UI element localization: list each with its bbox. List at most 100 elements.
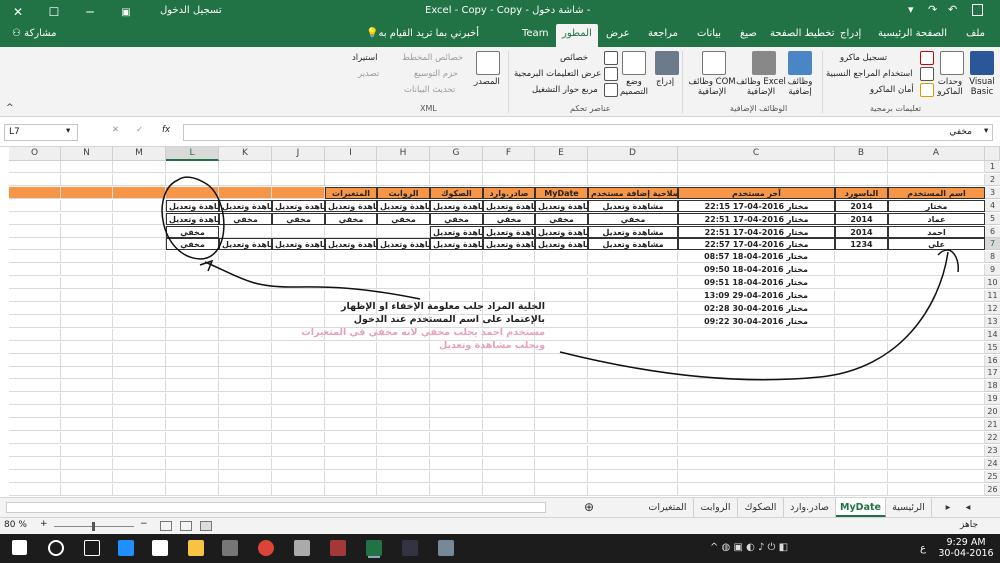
enter-icon[interactable]: ✓: [136, 125, 143, 135]
tab-review[interactable]: مراجعة: [648, 28, 678, 39]
sheet-tab[interactable]: الروابت: [694, 498, 738, 517]
calculator-icon[interactable]: [222, 540, 238, 556]
app-icon[interactable]: [402, 540, 418, 556]
close-button[interactable]: ✕: [0, 0, 36, 24]
share-button[interactable]: ⚇ مشاركة: [12, 28, 56, 39]
addins-icon[interactable]: [788, 51, 812, 75]
redo-icon[interactable]: ↷: [928, 3, 937, 16]
minimize-button[interactable]: ─: [72, 0, 108, 24]
run-dialog-button[interactable]: مربع حوار التشغيل: [532, 85, 598, 95]
worksheet-grid[interactable]: ABCDEFGHIJKLMNO 1 2 3 4 5 6 7 8 9 10 11 12 13 14 15 16 1…: [0, 147, 1000, 497]
annotation-line: مستخدم احمد يجلب مخفي لانه مخفي في المتغ…: [301, 327, 545, 338]
chrome-icon[interactable]: [258, 540, 274, 556]
sheet-tab-strip: ⊕ الرئيسية MyDate صادر.وارد الصكوك الروابت ال…: [0, 497, 1000, 517]
tab-developer[interactable]: المطور: [556, 24, 598, 47]
tab-formulas[interactable]: صيغ: [740, 28, 757, 39]
sign-in-link[interactable]: تسجيل الدخول: [160, 5, 222, 16]
sheet-tab[interactable]: المتغيرات: [642, 498, 694, 517]
input-language[interactable]: ع: [920, 543, 926, 554]
ink-arrowhead: [199, 259, 214, 272]
formula-bar: L7 ▾ ✕ ✓ fx مخفي ▾: [0, 117, 1000, 147]
expansion-packs-button[interactable]: حزم التوسيع: [414, 69, 458, 79]
properties-icon: [604, 51, 618, 65]
tab-file[interactable]: ملف: [966, 28, 985, 39]
tab-home[interactable]: الصفحة الرئيسية: [878, 28, 947, 39]
cancel-icon[interactable]: ✕: [112, 125, 119, 135]
map-properties-button[interactable]: خصائص المخطط: [402, 53, 463, 63]
windows-taskbar: ^ ◍ ▣ ◐ ♪ ⏻ ◧ ع 9:29 AM 30-04-2016: [0, 534, 1000, 563]
expand-formula-icon[interactable]: ▾: [984, 126, 988, 136]
tab-data[interactable]: بيانات: [697, 28, 721, 39]
save-icon[interactable]: [972, 4, 983, 16]
lightbulb-icon: 💡: [366, 28, 379, 39]
maximize-button[interactable]: ☐: [36, 0, 72, 24]
zoom-out-icon[interactable]: +: [40, 519, 48, 529]
macro-security-button[interactable]: أمان الماكرو: [870, 85, 914, 95]
start-icon[interactable]: [12, 540, 27, 555]
sheet-tab[interactable]: صادر.وارد: [784, 498, 836, 517]
page-break-view-icon[interactable]: [160, 521, 172, 531]
macros-icon[interactable]: [940, 51, 964, 75]
tab-view[interactable]: عرض: [606, 28, 630, 39]
design-mode-icon[interactable]: [622, 51, 646, 75]
addins-button[interactable]: وظائف إضافية: [780, 77, 820, 97]
explorer-icon[interactable]: [188, 540, 204, 556]
view-code-button[interactable]: عرض التعليمات البرمجية: [514, 69, 601, 79]
import-button[interactable]: استيراد: [352, 53, 377, 63]
com-addins-button[interactable]: وظائف COM الإضافية: [686, 77, 738, 97]
ribbon-display-icon[interactable]: ▣: [108, 0, 144, 24]
zoom-slider-thumb[interactable]: [92, 522, 95, 531]
system-tray-icons[interactable]: ^ ◍ ▣ ◐ ♪ ⏻ ◧: [710, 542, 788, 553]
sheet-tab[interactable]: الصكوك: [738, 498, 784, 517]
annotation-line: الخلية المراد جلب معلومة الإخفاء او الإظ…: [341, 301, 545, 312]
app-icon[interactable]: [438, 540, 454, 556]
relative-references-button[interactable]: استخدام المراجع النسبية: [826, 69, 913, 79]
clock[interactable]: 9:29 AM 30-04-2016: [936, 537, 996, 559]
tell-me-box[interactable]: 💡أخبرني بما تريد القيام به: [366, 28, 479, 39]
undo-icon[interactable]: ↶: [948, 3, 957, 16]
customize-qat-icon[interactable]: ▾: [908, 3, 914, 16]
sheet-tab[interactable]: MyDate: [836, 498, 886, 517]
page-layout-view-icon[interactable]: [180, 521, 192, 531]
group-label-controls: عناصر تحكم: [570, 104, 611, 113]
person-icon: ⚇: [12, 28, 25, 39]
gear-icon[interactable]: [752, 51, 776, 75]
name-box-dropdown-icon[interactable]: ▾: [66, 126, 70, 136]
search-icon[interactable]: [48, 540, 64, 556]
group-label-xml: XML: [420, 104, 437, 113]
zoom-in-icon[interactable]: −: [140, 519, 148, 529]
edge-icon[interactable]: [118, 540, 134, 556]
excel-addins-button[interactable]: وظائف Excel الإضافية: [736, 77, 786, 97]
add-sheet-icon[interactable]: ⊕: [576, 498, 602, 517]
tab-team[interactable]: Team: [522, 28, 548, 39]
horizontal-scrollbar[interactable]: [6, 502, 546, 513]
insert-control-button[interactable]: إدراج: [656, 77, 674, 87]
collapse-ribbon-icon[interactable]: ^: [6, 103, 14, 113]
xml-source-button[interactable]: المصدر: [474, 77, 500, 87]
refresh-data-button[interactable]: تحديث البيانات: [404, 85, 455, 95]
record-macro-button[interactable]: تسجيل ماكرو: [840, 53, 887, 63]
access-icon[interactable]: [330, 540, 346, 556]
tab-page-layout[interactable]: تخطيط الصفحة: [770, 28, 835, 39]
tab-scroll-right-icon[interactable]: ▸: [940, 498, 956, 517]
xml-source-icon[interactable]: [476, 51, 500, 75]
formula-input[interactable]: مخفي: [183, 124, 993, 141]
visual-basic-icon[interactable]: [970, 51, 994, 75]
tab-scroll-left-icon[interactable]: ◂: [960, 498, 976, 517]
visual-basic-button[interactable]: Visual Basic: [966, 77, 998, 97]
excel-taskbar-icon[interactable]: [366, 540, 382, 556]
export-button[interactable]: تصدير: [358, 69, 379, 79]
design-mode-button[interactable]: وضع التصميم: [614, 77, 654, 97]
normal-view-icon[interactable]: [200, 521, 212, 531]
app-icon[interactable]: [294, 540, 310, 556]
task-view-icon[interactable]: [84, 540, 100, 556]
tab-insert[interactable]: إدراج: [840, 28, 861, 39]
insert-function-icon[interactable]: fx: [162, 125, 170, 135]
store-icon[interactable]: [152, 540, 168, 556]
properties-button[interactable]: خصائص: [560, 53, 588, 63]
insert-control-icon[interactable]: [655, 51, 679, 75]
com-addins-icon[interactable]: [702, 51, 726, 75]
macros-button[interactable]: وحدات الماكرو: [930, 77, 970, 97]
sheet-tab[interactable]: الرئيسية: [886, 498, 932, 517]
zoom-level[interactable]: 80 %: [4, 520, 27, 530]
